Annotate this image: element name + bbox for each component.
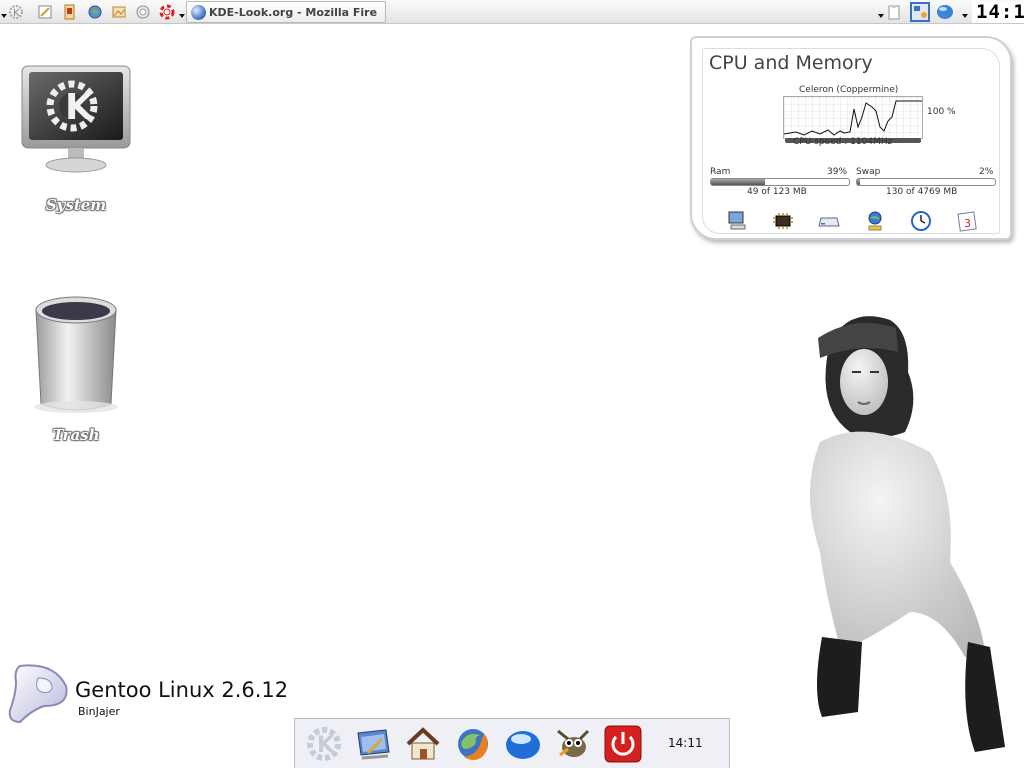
image-viewer-icon[interactable] bbox=[111, 4, 127, 20]
ram-meter bbox=[710, 178, 850, 186]
ram-detail: 49 of 123 MB bbox=[747, 187, 807, 197]
terminal-icon[interactable] bbox=[62, 4, 78, 20]
cpu-load-graph bbox=[783, 96, 923, 139]
desktop-icon-trash[interactable]: Trash bbox=[16, 292, 136, 452]
konqueror-icon[interactable] bbox=[504, 725, 542, 763]
svg-text:K: K bbox=[65, 87, 94, 128]
dock-clock[interactable]: 14:11 bbox=[668, 736, 703, 750]
mozilla-globe-icon bbox=[191, 5, 206, 20]
swap-meter-fill bbox=[857, 179, 860, 185]
help-lifebuoy-icon[interactable] bbox=[135, 4, 151, 20]
lifebuoy-red-icon[interactable] bbox=[159, 4, 175, 20]
svg-text:3: 3 bbox=[964, 217, 971, 230]
ram-label: Ram bbox=[710, 167, 731, 177]
kde-gear-icon[interactable]: K bbox=[8, 4, 24, 20]
cpu-load-graph-svg bbox=[783, 97, 922, 138]
top-panel: K KDE-Look.org - Mozilla Fire 14:1 bbox=[0, 0, 1024, 24]
ram-percent: 39% bbox=[827, 167, 848, 177]
clock-icon[interactable] bbox=[910, 210, 932, 232]
panel-clock[interactable]: 14:11 bbox=[972, 1, 1024, 23]
network-globe-icon[interactable] bbox=[935, 2, 955, 22]
kde-menu-icon[interactable]: K bbox=[305, 725, 343, 763]
computer-icon[interactable] bbox=[726, 210, 748, 232]
gentoo-logo-icon bbox=[8, 664, 68, 724]
logout-icon[interactable] bbox=[604, 725, 642, 763]
chip-icon[interactable] bbox=[772, 210, 794, 232]
distro-title: Gentoo Linux 2.6.12 bbox=[75, 678, 289, 702]
harddisk-icon[interactable] bbox=[818, 210, 840, 232]
gimp-icon[interactable] bbox=[554, 725, 592, 763]
tray-arrow-icon[interactable] bbox=[878, 14, 884, 18]
firefox-icon[interactable] bbox=[454, 725, 492, 763]
svg-text:K: K bbox=[317, 733, 335, 758]
user-name: BinJajer bbox=[78, 705, 120, 718]
swap-label: Swap bbox=[856, 167, 881, 177]
swap-meter bbox=[856, 178, 996, 186]
svg-text:K: K bbox=[13, 8, 20, 19]
cpu-memory-panel: CPU and Memory Celeron (Coppermine) 100 … bbox=[702, 48, 1000, 234]
taskbar-window-button[interactable]: KDE-Look.org - Mozilla Fire bbox=[186, 1, 386, 23]
browser-globe-icon[interactable] bbox=[87, 4, 103, 20]
ram-meter-fill bbox=[711, 179, 765, 185]
tray-menu-arrow-icon[interactable] bbox=[962, 14, 968, 18]
swap-detail: 130 of 4769 MB bbox=[886, 187, 958, 197]
trash-can-icon bbox=[34, 296, 118, 413]
taskbar-window-title: KDE-Look.org - Mozilla Fire bbox=[209, 6, 378, 19]
cpu-speed: CPU speed : 1104MHz bbox=[793, 137, 893, 147]
text-editor-icon[interactable] bbox=[37, 4, 53, 20]
panel-menu-arrow-icon[interactable] bbox=[1, 14, 7, 18]
monitor-icon: K bbox=[21, 65, 131, 173]
desktop-pager-icon[interactable] bbox=[910, 2, 930, 22]
desktop-icon-label: System bbox=[45, 196, 107, 214]
desktop-icon-label: Trash bbox=[52, 426, 100, 444]
desktop-icon-system[interactable]: K System bbox=[16, 62, 136, 222]
cpu-load-value: 100 % bbox=[927, 107, 956, 117]
home-icon[interactable] bbox=[404, 725, 442, 763]
quicklaunch-arrow-icon[interactable] bbox=[179, 14, 185, 18]
calendar-icon[interactable]: 3 bbox=[956, 210, 978, 232]
clipboard-icon[interactable] bbox=[886, 4, 902, 20]
cpu-memory-widget: CPU and Memory Celeron (Coppermine) 100 … bbox=[690, 36, 1012, 240]
cpu-name: Celeron (Coppermine) bbox=[799, 85, 899, 95]
bottom-dock: K 14:11 bbox=[294, 718, 730, 768]
desktop-icon[interactable] bbox=[354, 725, 392, 763]
wallpaper-figure-image bbox=[810, 316, 1005, 752]
network-icon[interactable] bbox=[864, 210, 886, 232]
desktop[interactable]: K KDE-Look.org - Mozilla Fire 14:1 K Sys… bbox=[0, 0, 1024, 768]
widget-title: CPU and Memory bbox=[709, 52, 873, 74]
swap-percent: 2% bbox=[979, 167, 994, 177]
